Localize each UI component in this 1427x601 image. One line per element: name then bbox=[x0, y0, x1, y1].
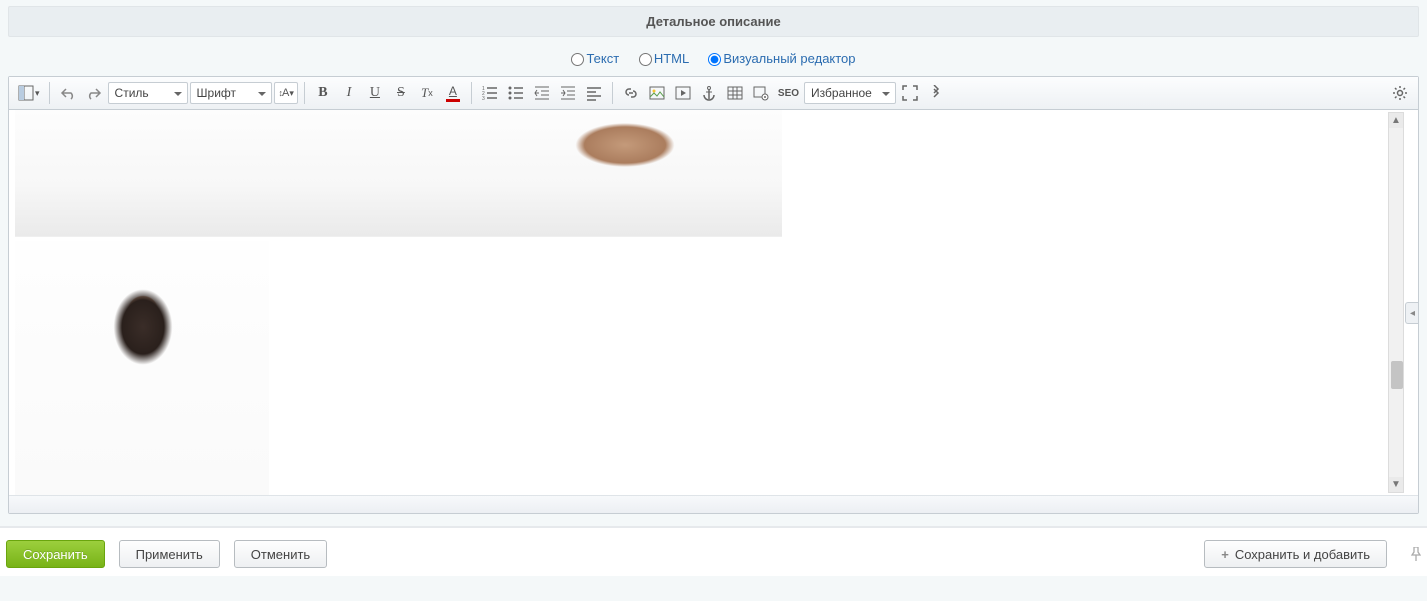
apply-button[interactable]: Применить bbox=[119, 540, 220, 568]
video-button[interactable] bbox=[671, 81, 695, 105]
italic-button[interactable]: I bbox=[337, 81, 361, 105]
more-button[interactable] bbox=[924, 81, 948, 105]
unordered-list-button[interactable] bbox=[504, 81, 528, 105]
underline-button[interactable]: U bbox=[363, 81, 387, 105]
redo-button[interactable] bbox=[82, 81, 106, 105]
undo-button[interactable] bbox=[56, 81, 80, 105]
pin-icon[interactable] bbox=[1411, 547, 1421, 561]
content-image-2[interactable] bbox=[15, 241, 269, 495]
scroll-down-button[interactable]: ▼ bbox=[1389, 477, 1403, 492]
anchor-button[interactable] bbox=[697, 81, 721, 105]
font-select[interactable]: Шрифт bbox=[190, 82, 272, 104]
bold-button[interactable]: B bbox=[311, 81, 335, 105]
mode-html[interactable]: HTML bbox=[639, 51, 693, 66]
editor-content[interactable] bbox=[15, 110, 1386, 495]
text-color-button[interactable]: A bbox=[441, 81, 465, 105]
style-select[interactable]: Стиль bbox=[108, 82, 188, 104]
editor-statusbar bbox=[9, 495, 1418, 513]
strikethrough-button[interactable]: S bbox=[389, 81, 413, 105]
editor-mode-switch: Текст HTML Визуальный редактор bbox=[8, 37, 1419, 76]
vertical-scrollbar[interactable]: ▲ ▼ bbox=[1388, 112, 1404, 493]
editor-toolbar: ▾ Стиль Шрифт ↕A▾ B I U S Tx bbox=[9, 77, 1418, 110]
align-button[interactable] bbox=[582, 81, 606, 105]
image-link-button[interactable] bbox=[749, 81, 773, 105]
save-button[interactable]: Сохранить bbox=[6, 540, 105, 568]
mode-text[interactable]: Текст bbox=[571, 51, 622, 66]
cancel-button[interactable]: Отменить bbox=[234, 540, 327, 568]
section-title: Детальное описание bbox=[8, 6, 1419, 37]
ordered-list-button[interactable]: 123 bbox=[478, 81, 502, 105]
scroll-up-button[interactable]: ▲ bbox=[1389, 113, 1403, 128]
fullscreen-button[interactable] bbox=[898, 81, 922, 105]
seo-button[interactable]: SEO bbox=[775, 81, 802, 105]
content-image-1[interactable] bbox=[15, 110, 782, 237]
image-button[interactable] bbox=[645, 81, 669, 105]
mode-visual[interactable]: Визуальный редактор bbox=[708, 51, 855, 66]
side-panel-toggle[interactable]: ◂ bbox=[1405, 302, 1418, 324]
scroll-thumb[interactable] bbox=[1391, 361, 1403, 389]
link-button[interactable] bbox=[619, 81, 643, 105]
save-and-add-button[interactable]: + Сохранить и добавить bbox=[1204, 540, 1387, 568]
action-bar: Сохранить Применить Отменить + Сохранить… bbox=[0, 526, 1427, 576]
favorites-select[interactable]: Избранное bbox=[804, 82, 896, 104]
clear-format-button[interactable]: Tx bbox=[415, 81, 439, 105]
table-button[interactable] bbox=[723, 81, 747, 105]
svg-text:3: 3 bbox=[482, 96, 485, 101]
layout-columns-button[interactable]: ▾ bbox=[15, 81, 43, 105]
settings-button[interactable] bbox=[1388, 81, 1412, 105]
indent-button[interactable] bbox=[556, 81, 580, 105]
rich-text-editor: ▾ Стиль Шрифт ↕A▾ B I U S Tx bbox=[8, 76, 1419, 514]
outdent-button[interactable] bbox=[530, 81, 554, 105]
font-size-button[interactable]: ↕A▾ bbox=[274, 82, 298, 104]
plus-icon: + bbox=[1221, 547, 1229, 562]
